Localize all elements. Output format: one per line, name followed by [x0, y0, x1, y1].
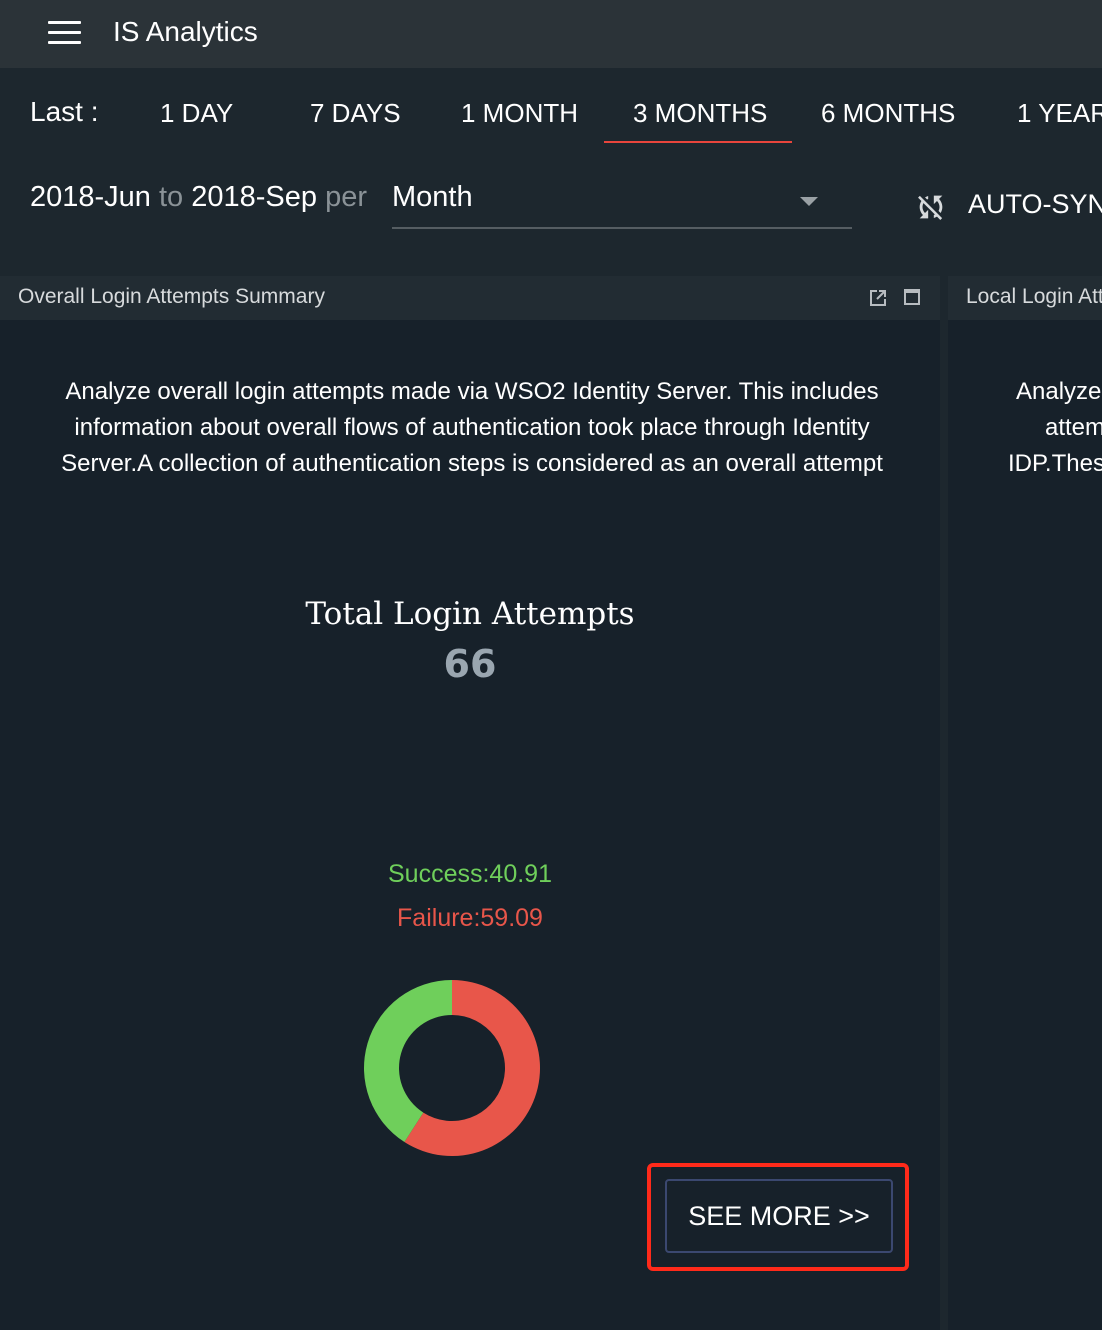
- dropdown-caret-icon: [800, 197, 818, 206]
- desc-line: attem: [1045, 414, 1102, 441]
- range-7-days[interactable]: 7 DAYS: [310, 98, 401, 129]
- range-3-months[interactable]: 3 MONTHS: [633, 98, 767, 129]
- card-description: Analyze overall login attempts made via …: [61, 378, 883, 477]
- date-from: 2018-Jun: [30, 181, 151, 213]
- range-1-year[interactable]: 1 YEAR: [1017, 98, 1102, 129]
- per-word: per: [325, 181, 368, 213]
- success-percentage: Success:40.91: [388, 860, 552, 888]
- desc-line: Analyze: [1016, 378, 1102, 405]
- range-1-day[interactable]: 1 DAY: [160, 98, 233, 129]
- popout-icon[interactable]: [868, 288, 888, 308]
- granularity-value: Month: [392, 181, 473, 213]
- total-login-value: 66: [443, 642, 497, 686]
- maximize-icon[interactable]: [902, 287, 922, 307]
- desc-line: IDP.Thes: [1008, 450, 1102, 477]
- granularity-select[interactable]: Month: [392, 177, 852, 229]
- auto-sync-toggle[interactable]: AUTO-SYNC: [968, 189, 1102, 220]
- card-header: Overall Login Attempts Summary: [0, 276, 940, 320]
- range-6-months[interactable]: 6 MONTHS: [821, 98, 955, 129]
- last-label: Last :: [30, 96, 99, 127]
- menu-icon[interactable]: [48, 21, 82, 45]
- card-header: Local Login Attempts: [948, 276, 1102, 320]
- range-1-month[interactable]: 1 MONTH: [461, 98, 578, 129]
- date-range: 2018-Jun to 2018-Sep per: [30, 181, 367, 214]
- overall-login-card: Overall Login Attempts Summary Analyze o…: [0, 276, 940, 1330]
- to-word: to: [159, 181, 184, 213]
- filter-toolbar: Last : 1 DAY 7 DAYS 1 MONTH 3 MONTHS 6 M…: [0, 68, 1102, 266]
- sync-disabled-icon[interactable]: [914, 190, 948, 224]
- see-more-button[interactable]: SEE MORE >>: [665, 1179, 893, 1253]
- card-title: Overall Login Attempts Summary: [18, 285, 325, 308]
- date-to: 2018-Sep: [191, 181, 318, 213]
- app-bar: IS Analytics: [0, 0, 1102, 68]
- selected-range-indicator: [604, 141, 792, 143]
- total-login-label: Total Login Attempts: [305, 596, 635, 632]
- donut-slice-success: [364, 980, 452, 1143]
- local-login-card: Local Login Attempts Analyze attem IDP.T…: [948, 276, 1102, 1330]
- login-donut-chart: [364, 980, 540, 1156]
- failure-percentage: Failure:59.09: [397, 904, 543, 932]
- card-title: Local Login Attempts: [966, 285, 1102, 308]
- card-description: Analyze attem IDP.Thes: [948, 374, 1102, 482]
- app-title: IS Analytics: [113, 16, 258, 47]
